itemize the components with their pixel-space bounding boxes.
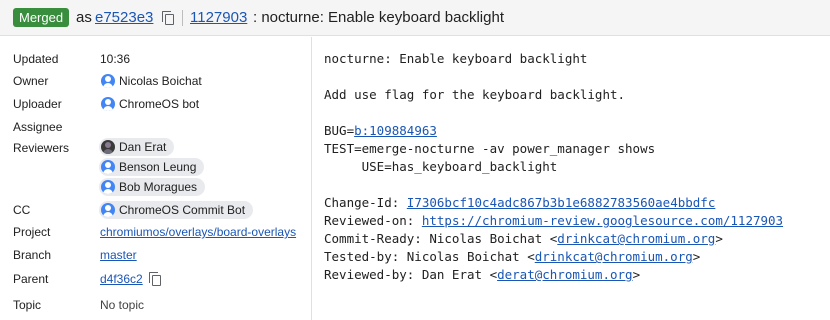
- test-line-continued: USE=has_keyboard_backlight: [324, 159, 558, 174]
- updated-label: Updated: [13, 52, 59, 66]
- topic-value: No topic: [100, 298, 145, 312]
- change-number-link[interactable]: 1127903: [190, 8, 247, 27]
- avatar: [101, 180, 115, 194]
- assignee-label: Assignee: [13, 120, 63, 134]
- cc-chip[interactable]: ChromeOS Commit Bot: [99, 201, 254, 219]
- reviewed-on-label: Reviewed-on:: [324, 213, 422, 228]
- branch-label: Branch: [13, 248, 52, 262]
- project-label: Project: [13, 225, 51, 239]
- commit-ready-label: Commit-Ready: Nicolas Boichat <: [324, 231, 558, 246]
- owner-name: Nicolas Boichat: [119, 74, 202, 88]
- avatar: [101, 203, 115, 217]
- avatar: [101, 97, 115, 111]
- tested-by-email[interactable]: drinkcat@chromium.org: [535, 249, 693, 264]
- parent-label: Parent: [13, 272, 49, 286]
- updated-value: 10:36: [100, 52, 131, 66]
- uploader-label: Uploader: [13, 97, 62, 111]
- change-id-label: Change-Id:: [324, 195, 407, 210]
- bug-label: BUG=: [324, 123, 355, 138]
- topic-label: Topic: [13, 298, 42, 312]
- commit-ready-email[interactable]: drinkcat@chromium.org: [557, 231, 715, 246]
- parent-link[interactable]: d4f36c2: [100, 271, 143, 287]
- uploader-name: ChromeOS bot: [119, 97, 200, 111]
- project-link[interactable]: chromiumos/overlays/board-overlays: [100, 224, 296, 240]
- reviewer-name: Dan Erat: [119, 140, 167, 154]
- change-id-link[interactable]: I7306bcf10c4adc867b3b1e6882783560ae4bbdf…: [407, 195, 716, 210]
- cc-name: ChromeOS Commit Bot: [119, 203, 246, 217]
- reviewed-by-email[interactable]: derat@chromium.org: [497, 267, 632, 282]
- uploader-value[interactable]: ChromeOS bot: [99, 95, 199, 113]
- change-title: : nocturne: Enable keyboard backlight: [253, 9, 504, 26]
- change-header: Merged as e7523e3 1127903 : nocturne: En…: [0, 0, 830, 36]
- branch-link[interactable]: master: [100, 247, 137, 263]
- commit-subject: nocturne: Enable keyboard backlight: [324, 51, 588, 66]
- avatar: [101, 140, 115, 154]
- commit-link[interactable]: e7523e3: [95, 8, 153, 27]
- copy-icon[interactable]: [149, 272, 161, 286]
- reviewer-chip[interactable]: Bob Moragues: [99, 178, 206, 196]
- panel-divider: [311, 37, 312, 320]
- as-label: as: [76, 9, 92, 26]
- owner-value[interactable]: Nicolas Boichat: [99, 72, 202, 90]
- commit-message: nocturne: Enable keyboard backlight Add …: [324, 50, 824, 284]
- owner-label: Owner: [13, 74, 49, 88]
- header-separator: [182, 10, 183, 26]
- tested-by-label: Tested-by: Nicolas Boichat <: [324, 249, 535, 264]
- avatar: [101, 160, 115, 174]
- reviewed-by-label: Reviewed-by: Dan Erat <: [324, 267, 498, 282]
- reviewer-name: Benson Leung: [119, 160, 197, 174]
- reviewed-on-link[interactable]: https://chromium-review.googlesource.com…: [422, 213, 783, 228]
- commit-body: Add use flag for the keyboard backlight.: [324, 87, 626, 102]
- cc-label: CC: [13, 203, 31, 217]
- reviewer-chip[interactable]: Dan Erat: [99, 138, 175, 156]
- reviewer-name: Bob Moragues: [119, 180, 198, 194]
- status-badge: Merged: [13, 8, 70, 27]
- avatar: [101, 74, 115, 88]
- test-line: TEST=emerge-nocturne -av power_manager s…: [324, 141, 656, 156]
- reviewer-chip[interactable]: Benson Leung: [99, 158, 205, 176]
- bug-link[interactable]: b:109884963: [354, 123, 437, 138]
- copy-icon[interactable]: [162, 11, 174, 25]
- reviewers-label: Reviewers: [13, 141, 70, 155]
